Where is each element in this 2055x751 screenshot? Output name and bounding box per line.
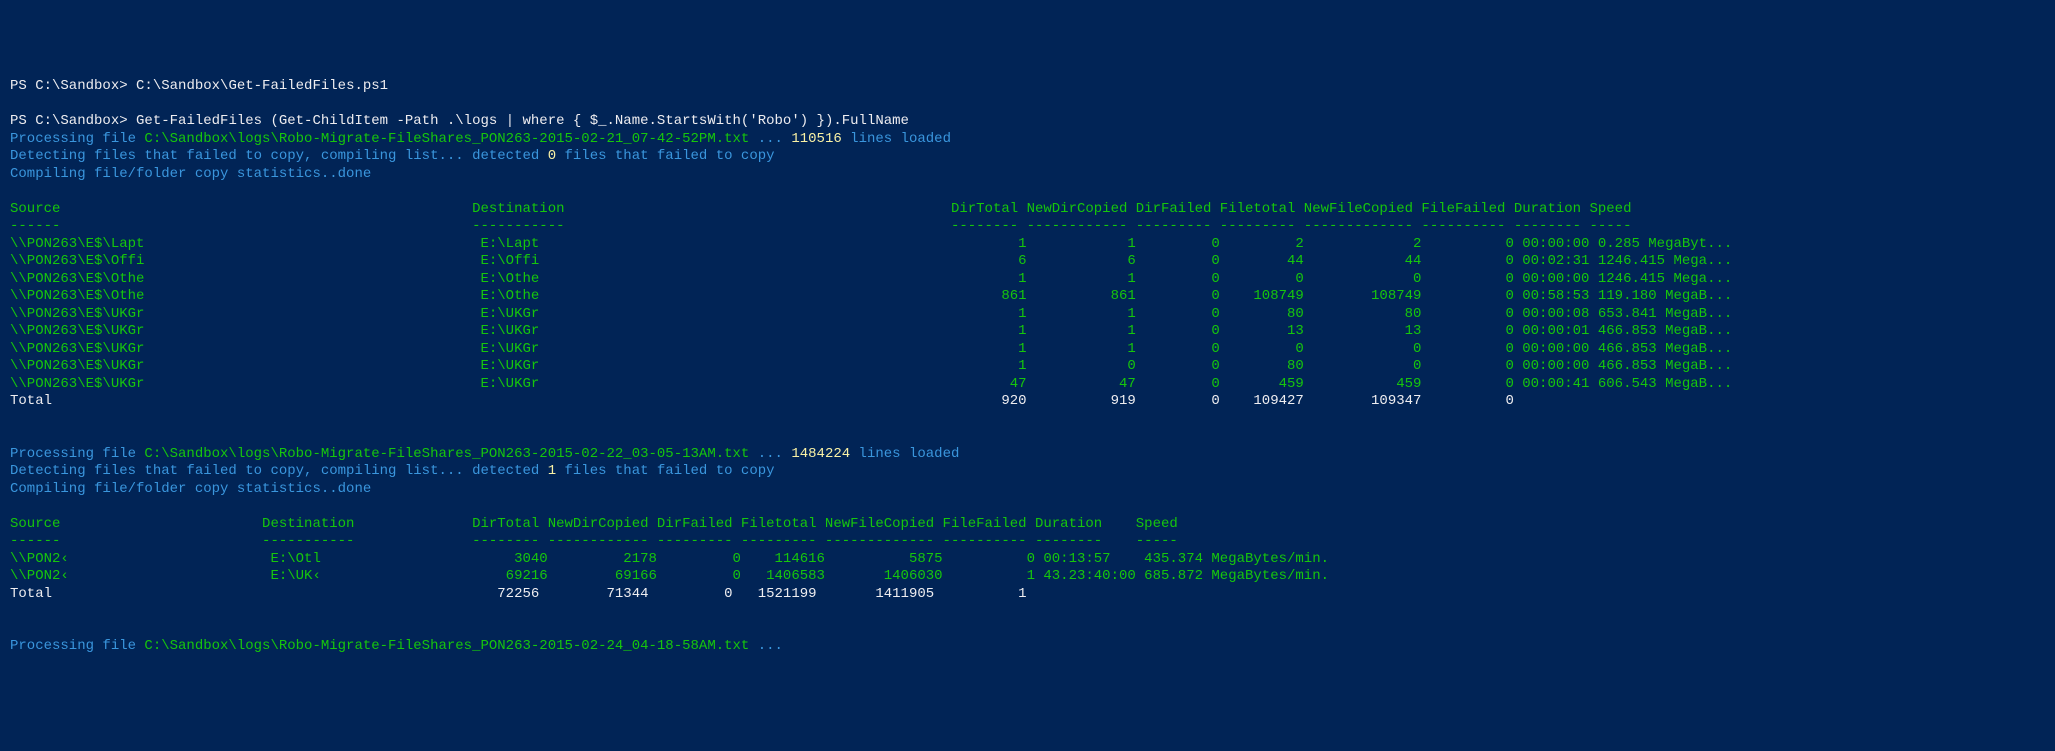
processing-2-dots: ... <box>749 446 791 462</box>
command-2: Get-FailedFiles (Get-ChildItem -Path .\l… <box>136 113 909 129</box>
terminal-output: PS C:\Sandbox> C:\Sandbox\Get-FailedFile… <box>10 78 2045 656</box>
detect-2-c: files that failed to copy <box>556 463 774 479</box>
processing-2-count: 1484224 <box>791 446 850 462</box>
processing-3-file: C:\Sandbox\logs\Robo-Migrate-FileShares_… <box>144 638 749 654</box>
processing-1-suffix: lines loaded <box>842 131 951 147</box>
detect-1-a: Detecting files that failed to copy, com… <box>10 148 548 164</box>
table-1-row: \\PON263\E$\Lapt E:\Lapt 1 1 0 2 2 0 00:… <box>10 236 1732 252</box>
table-1-row: \\PON263\E$\UKGr E:\UKGr 1 1 0 13 13 0 0… <box>10 323 1732 339</box>
detect-1-count: 0 <box>548 148 556 164</box>
compile-1: Compiling file/folder copy statistics..d… <box>10 166 371 182</box>
table-2-row: \\PON2‹ E:\Otl 3040 2178 0 114616 5875 0… <box>10 551 1329 567</box>
prompt-1: PS C:\Sandbox> <box>10 78 136 94</box>
processing-1-label: Processing file <box>10 131 144 147</box>
table-2-divider: ------ ----------- -------- ------------… <box>10 533 1178 549</box>
command-1: C:\Sandbox\Get-FailedFiles.ps1 <box>136 78 388 94</box>
table-1-row: \\PON263\E$\UKGr E:\UKGr 1 1 0 0 0 0 00:… <box>10 341 1732 357</box>
table-1-row: \\PON263\E$\UKGr E:\UKGr 47 47 0 459 459… <box>10 376 1732 392</box>
table-2-total: Total 72256 71344 0 1521199 1411905 1 <box>10 586 1027 602</box>
detect-1-c: files that failed to copy <box>556 148 774 164</box>
processing-3-dots: ... <box>749 638 783 654</box>
detect-2-a: Detecting files that failed to copy, com… <box>10 463 548 479</box>
processing-2-suffix: lines loaded <box>850 446 959 462</box>
processing-2-file: C:\Sandbox\logs\Robo-Migrate-FileShares_… <box>144 446 749 462</box>
table-2-row: \\PON2‹ E:\UK‹ 69216 69166 0 1406583 140… <box>10 568 1329 584</box>
table-1-row: \\PON263\E$\UKGr E:\UKGr 1 0 0 80 0 0 00… <box>10 358 1732 374</box>
detect-2-count: 1 <box>548 463 556 479</box>
table-1-divider: ------ ----------- -------- ------------… <box>10 218 1631 234</box>
table-1-row: \\PON263\E$\Othe E:\Othe 1 1 0 0 0 0 00:… <box>10 271 1732 287</box>
table-1-row: \\PON263\E$\UKGr E:\UKGr 1 1 0 80 80 0 0… <box>10 306 1732 322</box>
processing-1-file: C:\Sandbox\logs\Robo-Migrate-FileShares_… <box>144 131 749 147</box>
table-1-row: \\PON263\E$\Offi E:\Offi 6 6 0 44 44 0 0… <box>10 253 1732 269</box>
processing-1-count: 110516 <box>791 131 841 147</box>
processing-1-dots: ... <box>749 131 791 147</box>
table-1-row: \\PON263\E$\Othe E:\Othe 861 861 0 10874… <box>10 288 1732 304</box>
processing-3-label: Processing file <box>10 638 144 654</box>
processing-2-label: Processing file <box>10 446 144 462</box>
table-1-header: Source Destination DirTotal NewDirCopied… <box>10 201 1631 217</box>
table-1-total: Total 920 919 0 109427 109347 0 <box>10 393 1514 409</box>
table-2-header: Source Destination DirTotal NewDirCopied… <box>10 516 1178 532</box>
prompt-2: PS C:\Sandbox> <box>10 113 136 129</box>
compile-2: Compiling file/folder copy statistics..d… <box>10 481 371 497</box>
